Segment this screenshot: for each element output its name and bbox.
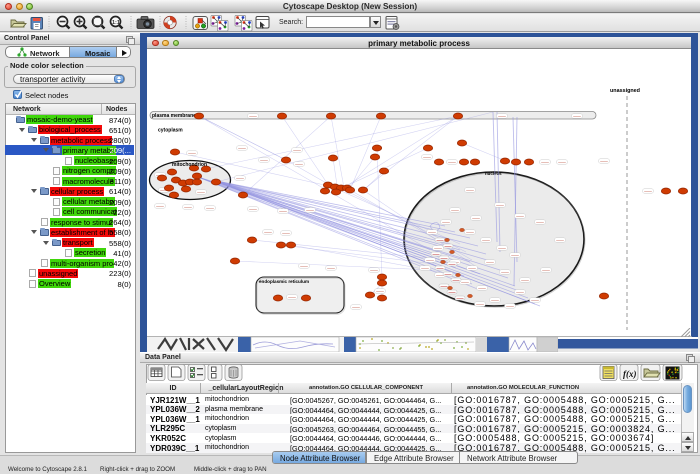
- svg-text:endoplasmic reticulum: endoplasmic reticulum: [259, 279, 309, 284]
- svg-text:1:1: 1:1: [112, 20, 120, 26]
- svg-text:mitochondrion: mitochondrion: [172, 162, 207, 168]
- svg-text:nucleus: nucleus: [485, 171, 502, 176]
- svg-text:unassigned: unassigned: [610, 88, 640, 94]
- svg-text:cytoplasm: cytoplasm: [158, 128, 183, 134]
- svg-text:plasma membrane: plasma membrane: [152, 113, 196, 119]
- svg-text:f(x): f(x): [623, 369, 637, 379]
